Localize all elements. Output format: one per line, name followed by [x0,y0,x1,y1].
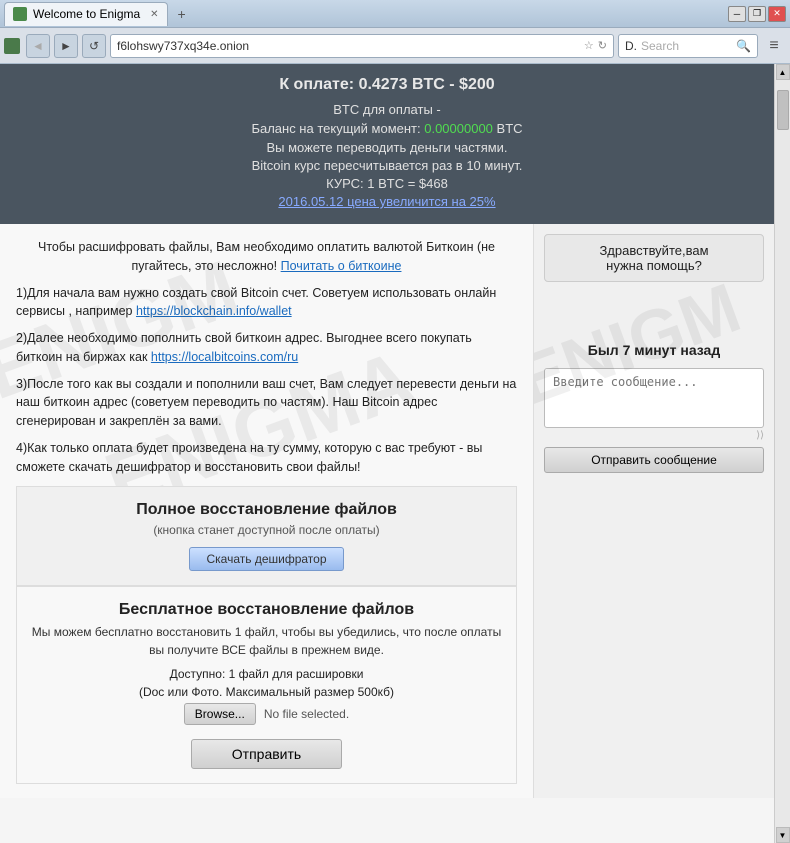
no-file-label: No file selected. [264,707,349,721]
scroll-thumb[interactable] [777,90,789,130]
step2-paragraph: 2)Далее необходимо пополнить свой биткои… [16,329,517,367]
bookmark-icon: ☆ [584,39,594,52]
close-button[interactable]: ✕ [768,6,786,22]
balance-line: Баланс на текущий момент: 0.00000000 BTC [20,121,754,136]
resize-handle-icon: ⟩⟩ [544,431,764,441]
title-bar: Welcome to Enigma ✕ + ─ ❐ ✕ [0,0,790,28]
send-message-button[interactable]: Отправить сообщение [544,447,764,473]
rate-note: Bitcoin курс пересчитывается раз в 10 ми… [20,158,754,173]
free-restore-title: Бесплатное восстановление файлов [27,601,506,619]
balance-value: 0.00000000 [424,121,493,136]
step1-paragraph: 1)Для начала вам нужно создать свой Bitc… [16,284,517,322]
right-panel: ENIGM Здравствуйте,вам нужна помощь? Был… [534,224,774,798]
full-restore-title: Полное восстановление файлов [27,501,506,519]
restore-button[interactable]: ❐ [748,6,766,22]
localbitcoins-link[interactable]: https://localbitcoins.com/ru [151,350,298,364]
current-rate: КУРС: 1 BTC = $468 [20,176,754,191]
search-placeholder: Search [641,39,679,53]
step3-paragraph: 3)После того как вы создали и пополнили … [16,375,517,431]
back-button[interactable]: ◄ [26,34,50,58]
tab-close-icon[interactable]: ✕ [150,9,158,20]
file-type-info: (Doc или Фото. Максимальный размер 500кб… [27,685,506,699]
free-restore-description: Мы можем бесплатно восстановить 1 файл, … [27,623,506,659]
new-tab-button[interactable]: + [172,4,192,24]
download-decryptor-button[interactable]: Скачать дешифратор [189,547,343,571]
browser-content: К оплате: 0.4273 BTC - $200 BТС для опла… [0,64,790,843]
payment-amount: К оплате: 0.4273 BTC - $200 [20,76,754,94]
partial-note: Вы можете переводить деньги частями. [20,140,754,155]
balance-label: Баланс на текущий момент: [251,121,420,136]
chat-input[interactable] [544,368,764,428]
free-restore-section: Бесплатное восстановление файлов Мы може… [16,586,517,784]
tab-bar: Welcome to Enigma ✕ + [0,2,728,26]
full-restore-subtitle: (кнопка станет доступной после оплаты) [27,523,506,537]
refresh-icon: ↻ [598,39,607,52]
search-engine-icon: D. [625,39,637,53]
chat-greeting: Здравствуйте,вам нужна помощь? [544,234,764,282]
reload-button[interactable]: ↺ [82,34,106,58]
tab-label: Welcome to Enigma [33,7,140,21]
browser-tab[interactable]: Welcome to Enigma ✕ [4,2,168,26]
blockchain-link[interactable]: https://blockchain.info/wallet [136,304,292,318]
step4-paragraph: 4)Как только оплата будет произведена на… [16,439,517,477]
main-body: ENIGM ENIGMA Чтобы расшифровать файлы, В… [0,224,774,798]
address-text: f6lohswy737xq34e.onion [117,39,584,53]
intro-paragraph: Чтобы расшифровать файлы, Вам необходимо… [16,238,517,276]
scroll-down-arrow[interactable]: ▼ [776,827,790,843]
file-upload-row: Browse... No file selected. [27,703,506,725]
available-files: Доступно: 1 файл для расшировки [27,667,506,681]
full-restore-section: Полное восстановление файлов (кнопка ста… [16,486,517,586]
balance-currency: BTC [497,121,523,136]
price-increase-link[interactable]: 2016.05.12 цена увеличится на 25% [20,194,754,209]
scroll-track[interactable] [776,80,790,827]
submit-button[interactable]: Отправить [191,739,342,769]
search-bar[interactable]: D. Search 🔍 [618,34,758,58]
page-content: К оплате: 0.4273 BTC - $200 BТС для опла… [0,64,774,843]
tab-favicon-icon [13,7,27,21]
btc-for-payment: BТС для оплаты - [20,102,754,117]
minimize-button[interactable]: ─ [728,6,746,22]
scroll-up-arrow[interactable]: ▲ [776,64,790,80]
left-panel: ENIGM ENIGMA Чтобы расшифровать файлы, В… [0,224,534,798]
chat-time-ago: Был 7 минут назад [544,342,764,358]
read-about-link[interactable]: Почитать о биткоине [281,259,402,273]
menu-button[interactable]: ≡ [762,34,786,58]
payment-header: К оплате: 0.4273 BTC - $200 BТС для опла… [0,64,774,224]
scrollbar[interactable]: ▲ ▼ [774,64,790,843]
navigation-bar: ◄ ► ↺ f6lohswy737xq34e.onion ☆ ↻ D. Sear… [0,28,790,64]
browse-button[interactable]: Browse... [184,703,256,725]
forward-button[interactable]: ► [54,34,78,58]
search-icon: 🔍 [736,39,751,53]
address-bar[interactable]: f6lohswy737xq34e.onion ☆ ↻ [110,34,614,58]
browser-favicon [4,38,20,54]
window-controls: ─ ❐ ✕ [728,6,790,22]
address-icons: ☆ ↻ [584,39,607,52]
